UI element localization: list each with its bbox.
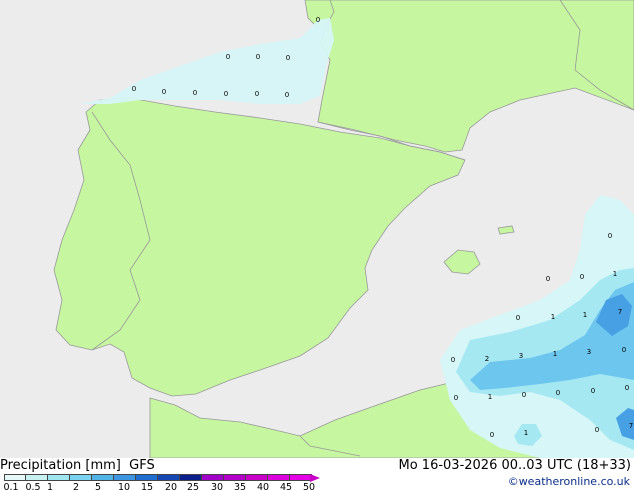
value-label: 0 <box>226 53 230 61</box>
value-label: 1 <box>583 311 587 319</box>
value-label: 0 <box>490 431 494 439</box>
legend-swatch <box>290 474 312 481</box>
precip-biscay <box>80 18 334 104</box>
value-label: 0 <box>546 275 550 283</box>
legend-swatch <box>26 474 48 481</box>
value-label: 0 <box>285 91 289 99</box>
legend-swatch <box>70 474 92 481</box>
value-label: 0 <box>595 426 599 434</box>
value-label: 0 <box>451 356 455 364</box>
map-title: Precipitation [mm] GFS <box>0 458 155 473</box>
legend-tick-label: 0.5 <box>25 482 41 490</box>
value-label: 0 <box>625 384 629 392</box>
weather-map-frame: 0000000000000101170231300100000107 Preci… <box>0 0 634 490</box>
legend-tick-label: 2 <box>72 482 80 490</box>
land-france <box>317 0 634 153</box>
forecast-date: Mo 16-03-2026 00..03 UTC (18+33) <box>398 458 632 473</box>
value-label: 3 <box>519 352 523 360</box>
value-label: 0 <box>608 232 612 240</box>
legend-swatch <box>180 474 202 481</box>
legend-swatch <box>114 474 136 481</box>
map-footer: Precipitation [mm] GFS Mo 16-03-2026 00.… <box>0 458 634 490</box>
value-label: 0 <box>286 54 290 62</box>
value-label: 1 <box>524 429 528 437</box>
land-menorca <box>497 225 515 235</box>
land-iberia <box>53 97 466 397</box>
legend-tick-label: 0.1 <box>3 482 19 490</box>
value-label: 0 <box>454 394 458 402</box>
legend-swatch <box>268 474 290 481</box>
legend-ticks: 0.1 0.5 1 2 5 10 15 20 25 30 35 40 45 50 <box>0 482 340 490</box>
value-label: 0 <box>580 273 584 281</box>
legend-tick-label: 20 <box>164 482 178 490</box>
legend-arrow <box>310 474 320 482</box>
value-label: 0 <box>522 391 526 399</box>
value-label: 7 <box>629 422 633 430</box>
legend-tick-label: 35 <box>233 482 247 490</box>
legend-swatch <box>136 474 158 481</box>
land-mallorca <box>443 249 481 275</box>
legend-tick-label: 30 <box>210 482 224 490</box>
legend-swatch <box>224 474 246 481</box>
value-label: 0 <box>556 389 560 397</box>
value-label: 1 <box>551 313 555 321</box>
legend-colorbar <box>4 474 312 482</box>
value-label: 0 <box>132 85 136 93</box>
legend-tick-label: 45 <box>279 482 293 490</box>
value-label: 3 <box>587 348 591 356</box>
legend-tick-label: 40 <box>256 482 270 490</box>
legend-swatch <box>202 474 224 481</box>
value-label: 1 <box>553 350 557 358</box>
legend-swatch <box>92 474 114 481</box>
credit-link[interactable]: ©weatheronline.co.uk <box>508 475 630 488</box>
value-label: 7 <box>618 308 622 316</box>
legend-swatch <box>158 474 180 481</box>
legend-swatch <box>48 474 70 481</box>
value-label: 1 <box>488 393 492 401</box>
value-label: 0 <box>591 387 595 395</box>
value-label: 0 <box>255 90 259 98</box>
value-label: 2 <box>485 355 489 363</box>
value-label: 0 <box>193 89 197 97</box>
legend-tick-label: 5 <box>94 482 102 490</box>
legend-tick-label: 15 <box>140 482 154 490</box>
legend-swatch <box>246 474 268 481</box>
legend-tick-label: 50 <box>302 482 316 490</box>
legend-tick-label: 1 <box>46 482 54 490</box>
map-canvas: 0 0 0 0 0 0 0 0 0 0 0 0 0 1 0 1 1 7 0 2 3 1 3 0 0 1 0 0 0 0 0 1 0 7 <box>53 0 634 458</box>
value-label: 0 <box>316 16 320 24</box>
legend-tick-label: 25 <box>186 482 200 490</box>
value-label: 0 <box>516 314 520 322</box>
legend-tick-label: 10 <box>117 482 131 490</box>
precipitation-map: 0 0 0 0 0 0 0 0 0 0 0 0 0 1 0 1 1 7 0 2 3 1 3 0 0 1 0 0 0 0 0 1 0 7 <box>0 0 634 458</box>
value-label: 0 <box>162 88 166 96</box>
value-label: 1 <box>613 270 617 278</box>
legend-swatch <box>4 474 26 481</box>
value-label: 0 <box>224 90 228 98</box>
value-label: 0 <box>622 346 626 354</box>
value-label: 0 <box>256 53 260 61</box>
